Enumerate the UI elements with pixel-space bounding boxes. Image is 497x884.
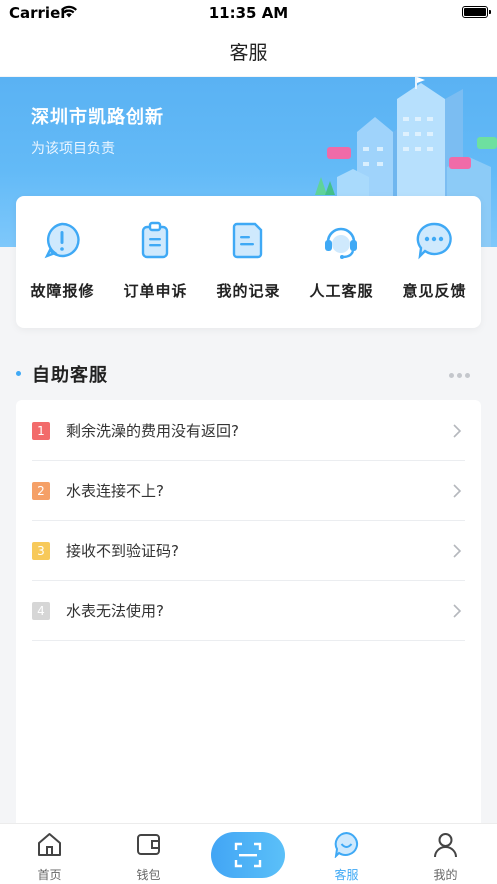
faq-number-badge: 4 bbox=[32, 602, 50, 620]
faq-number-badge: 1 bbox=[32, 422, 50, 440]
chevron-right-icon bbox=[453, 604, 462, 618]
chevron-right-icon bbox=[453, 484, 462, 498]
quick-action-label: 人工客服 bbox=[309, 282, 374, 300]
page-title: 客服 bbox=[229, 42, 268, 64]
more-icon[interactable] bbox=[449, 373, 470, 379]
scan-icon bbox=[234, 842, 262, 868]
faq-question: 水表无法使用? bbox=[66, 602, 164, 620]
status-bar: Carrier 11:35 AM bbox=[0, 0, 497, 26]
banner-title: 深圳市凯路创新 bbox=[31, 107, 164, 128]
tab-profile[interactable]: 我的 bbox=[396, 824, 495, 884]
faq-question: 水表连接不上? bbox=[66, 482, 164, 500]
quick-action-my-records[interactable]: 我的记录 bbox=[202, 196, 295, 328]
faq-number-badge: 2 bbox=[32, 482, 50, 500]
battery-icon bbox=[462, 6, 491, 18]
faq-item[interactable]: 4 水表无法使用? bbox=[32, 580, 465, 641]
quick-actions-card: 故障报修 订单申诉 我的记录 人工客服 意见反馈 bbox=[16, 196, 481, 328]
document-icon bbox=[232, 222, 263, 259]
tab-bar: 首页 钱包 客服 我的 bbox=[0, 823, 497, 884]
section-title: 自助客服 bbox=[32, 365, 108, 386]
scan-button[interactable] bbox=[211, 832, 285, 878]
headset-icon bbox=[325, 227, 357, 259]
clipboard-icon bbox=[141, 221, 169, 259]
tab-home[interactable]: 首页 bbox=[0, 824, 99, 884]
faq-question: 剩余洗澡的费用没有返回? bbox=[66, 422, 239, 440]
tab-service[interactable]: 客服 bbox=[297, 824, 396, 884]
tab-label: 钱包 bbox=[136, 868, 161, 882]
quick-action-order-appeal[interactable]: 订单申诉 bbox=[109, 196, 202, 328]
quick-action-human-service[interactable]: 人工客服 bbox=[295, 196, 388, 328]
chevron-right-icon bbox=[453, 424, 462, 438]
section-dot bbox=[16, 371, 21, 376]
quick-action-label: 我的记录 bbox=[216, 282, 281, 300]
nav-bar: 客服 bbox=[0, 26, 497, 76]
tab-label: 客服 bbox=[334, 868, 359, 882]
faq-item[interactable]: 2 水表连接不上? bbox=[32, 460, 465, 521]
status-time: 11:35 AM bbox=[208, 4, 289, 22]
quick-action-fault-repair[interactable]: 故障报修 bbox=[16, 196, 109, 328]
user-icon bbox=[434, 833, 457, 858]
alert-bubble-icon bbox=[44, 222, 80, 259]
faq-item[interactable]: 3 接收不到验证码? bbox=[32, 520, 465, 581]
chevron-right-icon bbox=[453, 544, 462, 558]
quick-action-label: 故障报修 bbox=[30, 282, 95, 300]
service-smile-icon bbox=[334, 831, 359, 858]
faq-number-badge: 3 bbox=[32, 542, 50, 560]
wallet-icon bbox=[137, 834, 160, 855]
faq-item[interactable]: 1 剩余洗澡的费用没有返回? bbox=[32, 400, 465, 461]
tab-label: 首页 bbox=[37, 868, 62, 882]
tab-wallet[interactable]: 钱包 bbox=[99, 824, 198, 884]
faq-question: 接收不到验证码? bbox=[66, 542, 179, 560]
chat-bubble-icon bbox=[416, 222, 452, 260]
tab-label: 我的 bbox=[433, 868, 458, 882]
quick-action-label: 订单申诉 bbox=[123, 282, 188, 300]
faq-list: 1 剩余洗澡的费用没有返回? 2 水表连接不上? 3 接收不到验证码? 4 水表… bbox=[16, 400, 481, 823]
quick-action-label: 意见反馈 bbox=[402, 282, 467, 300]
home-icon bbox=[38, 833, 61, 856]
quick-action-feedback[interactable]: 意见反馈 bbox=[388, 196, 481, 328]
banner-subtitle: 为该项目负责 bbox=[31, 141, 115, 157]
